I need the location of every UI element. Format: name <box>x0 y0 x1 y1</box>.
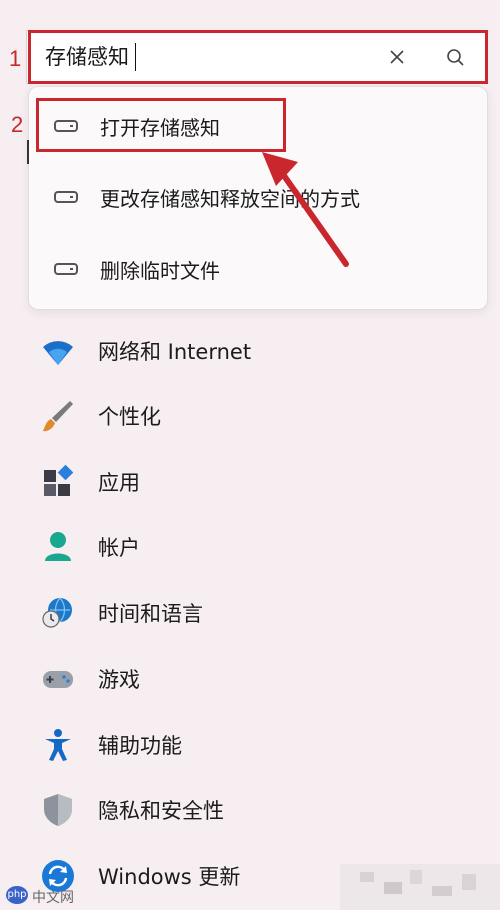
nav-item-gaming[interactable]: 游戏 <box>40 653 140 705</box>
nav-label: 隐私和安全性 <box>98 799 224 823</box>
drive-icon <box>54 191 78 203</box>
nav-item-network[interactable]: 网络和 Internet <box>40 325 251 377</box>
nav-item-personalization[interactable]: 个性化 <box>40 390 161 442</box>
account-icon <box>45 532 71 561</box>
watermark-text: 中文网 <box>32 890 74 906</box>
globe-clock-icon <box>42 597 72 628</box>
nav-label: 个性化 <box>98 405 161 429</box>
brush-icon <box>43 401 73 432</box>
watermark-logo: php <box>6 886 28 904</box>
nav-label: 时间和语言 <box>98 602 203 626</box>
accessibility-icon <box>45 729 71 761</box>
step-number-2: 2 <box>11 112 24 137</box>
focus-marker <box>27 140 29 164</box>
nav-label: 应用 <box>98 471 140 495</box>
step-number-1: 1 <box>9 46 22 71</box>
apps-icon <box>44 464 74 496</box>
nav-item-privacy[interactable]: 隐私和安全性 <box>40 784 224 836</box>
wifi-icon <box>43 341 73 365</box>
nav-label: 游戏 <box>98 668 140 692</box>
drive-icon <box>54 263 78 275</box>
annotation-arrow-icon <box>262 152 349 267</box>
search-input[interactable]: 存储感知 <box>45 44 129 70</box>
suggestion-label: 删除临时文件 <box>100 258 220 283</box>
suggestion-label: 打开存储感知 <box>100 115 220 140</box>
nav-label: 帐户 <box>98 536 140 560</box>
search-box[interactable]: 存储感知 <box>26 30 486 84</box>
nav-item-apps[interactable]: 应用 <box>40 456 140 508</box>
watermark-noise <box>340 864 500 910</box>
text-caret <box>135 43 136 71</box>
drive-icon <box>54 120 78 132</box>
shield-icon <box>44 794 72 826</box>
nav-item-accessibility[interactable]: 辅助功能 <box>40 719 182 771</box>
nav-label: 网络和 Internet <box>98 340 252 364</box>
nav-item-time-language[interactable]: 时间和语言 <box>40 587 203 639</box>
search-icon[interactable] <box>444 46 468 70</box>
clear-icon[interactable] <box>386 46 408 68</box>
nav-item-accounts[interactable]: 帐户 <box>40 521 140 573</box>
gamepad-icon <box>43 671 73 688</box>
nav-label: 辅助功能 <box>98 734 182 758</box>
